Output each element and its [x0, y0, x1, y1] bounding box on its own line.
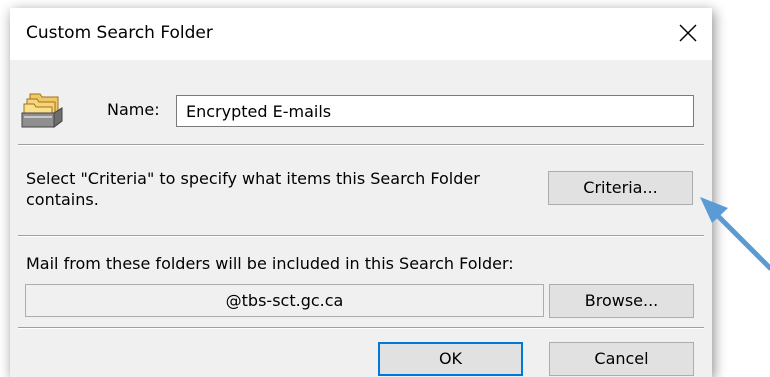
folders-label: Mail from these folders will be included… — [26, 254, 514, 273]
name-input[interactable] — [176, 95, 694, 127]
browse-button[interactable]: Browse... — [549, 284, 694, 318]
separator — [18, 327, 704, 329]
search-folder-icon — [20, 88, 66, 130]
separator — [18, 144, 704, 146]
criteria-description: Select "Criteria" to specify what items … — [26, 169, 480, 209]
separator — [18, 235, 704, 237]
custom-search-folder-dialog: Custom Search Folder Name: Select "Crite… — [10, 8, 712, 377]
cancel-button[interactable]: Cancel — [549, 342, 694, 376]
ok-button[interactable]: OK — [378, 342, 523, 376]
dialog-title: Custom Search Folder — [26, 23, 213, 43]
criteria-button[interactable]: Criteria... — [548, 171, 693, 205]
name-label: Name: — [107, 100, 160, 119]
close-button[interactable] — [666, 8, 712, 60]
folders-field: @tbs-sct.gc.ca — [25, 284, 544, 317]
title-bar: Custom Search Folder — [10, 8, 712, 60]
close-icon — [679, 24, 697, 42]
